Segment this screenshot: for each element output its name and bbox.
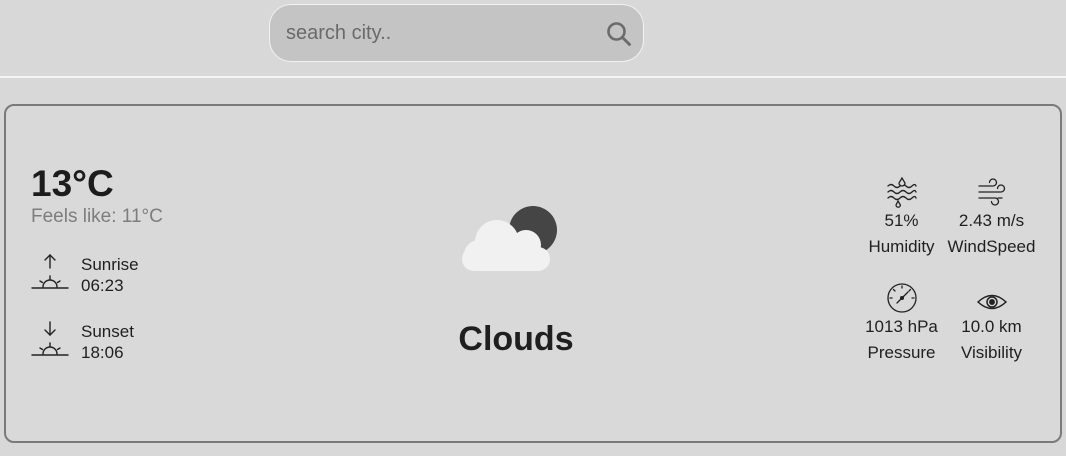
sunset-row: Sunset 18:06 [30, 319, 134, 363]
eye-icon [976, 294, 1007, 310]
visibility-label: Visibility [960, 343, 1023, 362]
pressure-gauge-icon [886, 283, 917, 313]
sunset-label: Sunset [81, 322, 134, 341]
humidity-stat: 51% Humidity [854, 172, 949, 260]
wind-label: WindSpeed [947, 237, 1036, 256]
clouds-icon [462, 206, 557, 271]
visibility-value: 10.0 km [961, 317, 1022, 336]
temperature: 13°C [31, 163, 114, 204]
feels-like: Feels like: 11°C [31, 206, 163, 227]
wind-stat: 2.43 m/s WindSpeed [944, 172, 1039, 260]
humidity-icon [886, 176, 917, 208]
humidity-value: 51% [884, 211, 919, 230]
humidity-label: Humidity [868, 237, 935, 256]
sunrise-row: Sunrise 06:23 [30, 252, 139, 296]
search-bar [269, 4, 644, 62]
search-button[interactable] [605, 20, 633, 48]
pressure-stat: 1013 hPa Pressure [854, 278, 949, 366]
wind-icon [977, 178, 1005, 206]
sunrise-time: 06:23 [81, 276, 124, 295]
visibility-stat: 10.0 km Visibility [944, 278, 1039, 366]
weather-app: 13°C Feels like: 11°C Sunrise 06:23 [0, 0, 1066, 456]
sunset-icon [31, 321, 69, 356]
condition-label: Clouds [458, 320, 574, 358]
pressure-value: 1013 hPa [865, 317, 938, 336]
search-icon [607, 22, 631, 46]
sunrise-icon [31, 254, 69, 289]
sunrise-label: Sunrise [81, 255, 139, 274]
weather-card: 13°C Feels like: 11°C Sunrise 06:23 Suns… [4, 104, 1062, 443]
search-input[interactable] [286, 5, 606, 61]
wind-value: 2.43 m/s [958, 211, 1025, 230]
pressure-label: Pressure [867, 343, 936, 362]
header-divider [0, 76, 1066, 78]
sunset-time: 18:06 [81, 343, 124, 362]
